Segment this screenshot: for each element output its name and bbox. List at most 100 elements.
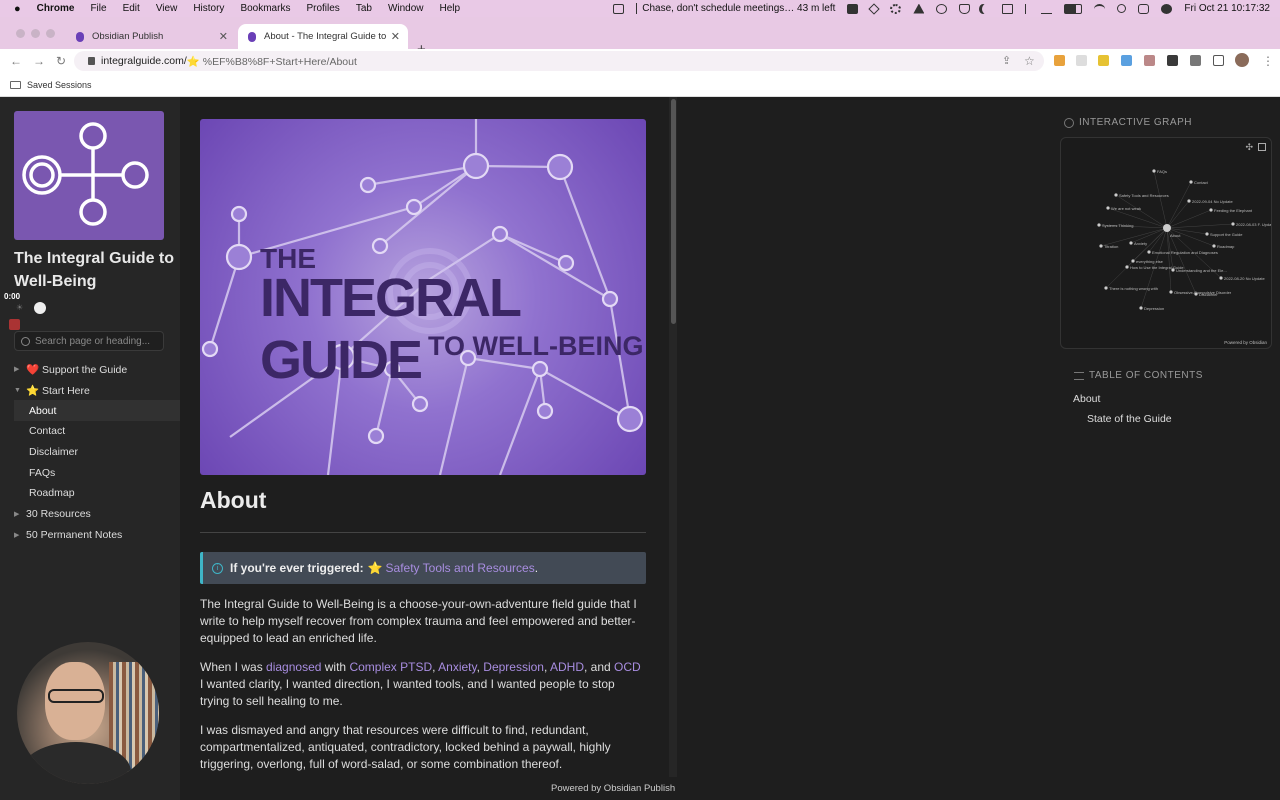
nav-start-here[interactable]: ▼ ⭐ Start Here: [14, 380, 180, 401]
graph-node[interactable]: [1129, 241, 1133, 245]
forward-button[interactable]: →: [33, 54, 45, 68]
graph-node[interactable]: [1187, 199, 1191, 203]
link-adhd[interactable]: ADHD: [550, 660, 584, 674]
link-depression[interactable]: Depression: [483, 660, 544, 674]
profile-avatar[interactable]: [1235, 53, 1249, 67]
user-icon[interactable]: [1161, 3, 1173, 14]
graph-node[interactable]: [1194, 292, 1198, 296]
extension-icon[interactable]: [1076, 55, 1087, 66]
graph-node[interactable]: [1139, 306, 1143, 310]
chevron-right-icon[interactable]: ▶: [14, 365, 26, 373]
chevron-right-icon[interactable]: ▶: [14, 510, 26, 518]
graph-node[interactable]: [1125, 265, 1129, 269]
close-tab-icon[interactable]: ✕: [219, 30, 228, 43]
reload-button[interactable]: ↻: [56, 54, 66, 68]
sidebar-toggle-icon[interactable]: [1213, 55, 1224, 66]
app-status-icon[interactable]: [847, 3, 859, 14]
puzzle-icon[interactable]: [1190, 55, 1201, 66]
zoom-window-button[interactable]: [46, 29, 55, 38]
theme-toggle[interactable]: ☀: [16, 301, 48, 315]
lock-icon[interactable]: [88, 57, 95, 65]
extension-icon[interactable]: [1121, 55, 1132, 66]
scrollbar-thumb[interactable]: [671, 99, 676, 324]
powered-by-footer[interactable]: Powered by Obsidian Publish: [551, 783, 675, 794]
nav-support-the-guide[interactable]: ▶ ❤️ Support the Guide: [14, 359, 180, 380]
search-icon[interactable]: [1117, 4, 1127, 13]
menu-history[interactable]: History: [193, 3, 224, 14]
graph-node[interactable]: [1169, 290, 1173, 294]
graph-node[interactable]: [1152, 169, 1156, 173]
site-title[interactable]: The Integral Guide to Well-Being: [14, 247, 174, 293]
menu-help[interactable]: Help: [440, 3, 461, 14]
nav-contact[interactable]: Contact: [14, 421, 180, 442]
site-logo[interactable]: [14, 111, 164, 240]
menu-bookmarks[interactable]: Bookmarks: [240, 3, 290, 14]
nav-disclaimer[interactable]: Disclaimer: [14, 442, 180, 463]
focus-icon[interactable]: [613, 3, 625, 14]
record-stop-button[interactable]: [9, 319, 20, 330]
moon-icon[interactable]: [982, 4, 990, 14]
menu-app-chrome[interactable]: Chrome: [37, 3, 75, 14]
menu-window[interactable]: Window: [388, 3, 424, 14]
chevron-down-icon[interactable]: ▼: [14, 387, 26, 394]
link-anxiety[interactable]: Anxiety: [438, 660, 476, 674]
nav-about[interactable]: About: [14, 400, 180, 422]
graph-node[interactable]: [1209, 208, 1213, 212]
link-ocd[interactable]: OCD: [614, 660, 641, 674]
menu-tab[interactable]: Tab: [356, 3, 372, 14]
extension-icon[interactable]: [1098, 55, 1109, 66]
extension-icon[interactable]: [1167, 55, 1178, 66]
close-tab-icon[interactable]: ✕: [391, 30, 400, 43]
graph-node[interactable]: [1097, 223, 1101, 227]
link-safety-tools[interactable]: Safety Tools and Resources: [386, 561, 535, 575]
graph-node[interactable]: [1212, 244, 1216, 248]
menu-file[interactable]: File: [90, 3, 106, 14]
menu-profiles[interactable]: Profiles: [306, 3, 339, 14]
apple-menu-icon[interactable]: ●: [14, 3, 21, 15]
tab-obsidian-publish[interactable]: Obsidian Publish ✕: [66, 24, 236, 49]
share-icon[interactable]: ⇪: [1002, 54, 1011, 67]
graph-node[interactable]: [1104, 286, 1108, 290]
control-center-icon[interactable]: [1138, 3, 1150, 14]
graph-node[interactable]: [1231, 222, 1235, 226]
extension-icon[interactable]: [1144, 55, 1155, 66]
interactive-graph[interactable]: ✣ FAQs Contact Safety Tools and Resources 2…: [1060, 137, 1272, 349]
search-input[interactable]: Search page or heading...: [14, 331, 164, 351]
bluetooth-icon[interactable]: [1025, 3, 1029, 14]
extension-icon[interactable]: [1054, 55, 1065, 66]
airdrop-icon[interactable]: [1041, 4, 1053, 14]
more-menu-icon[interactable]: ⋮: [1262, 54, 1274, 68]
toc-item-state-of-the-guide[interactable]: State of the Guide: [1087, 413, 1172, 425]
address-bar[interactable]: integralguide.com/ ⭐️ %EF%B8%8F+Start+He…: [74, 51, 1044, 71]
nav-50-permanent-notes[interactable]: ▶ 50 Permanent Notes: [14, 525, 180, 546]
graph-fullscreen-icon[interactable]: [1258, 143, 1266, 151]
graph-node[interactable]: [1147, 250, 1151, 254]
diamond-icon[interactable]: [868, 2, 881, 15]
menu-view[interactable]: View: [156, 3, 178, 14]
nav-30-resources[interactable]: ▶ 30 Resources: [14, 504, 180, 525]
clock[interactable]: Fri Oct 21 10:17:32: [1184, 3, 1270, 14]
graph-node[interactable]: [1189, 180, 1193, 184]
bookmark-star-icon[interactable]: ☆: [1024, 54, 1035, 68]
menu-edit[interactable]: Edit: [123, 3, 140, 14]
nav-faqs[interactable]: FAQs: [14, 462, 180, 483]
graph-node[interactable]: [1205, 232, 1209, 236]
close-window-button[interactable]: [16, 29, 25, 38]
graph-canvas[interactable]: FAQs Contact Safety Tools and Resources 202…: [1061, 138, 1272, 349]
calendar-notification[interactable]: Chase, don't schedule meetings… 43 m lef…: [636, 3, 835, 14]
graph-node[interactable]: [1171, 268, 1175, 272]
graph-node[interactable]: [1106, 206, 1110, 210]
minimize-window-button[interactable]: [31, 29, 40, 38]
graph-node[interactable]: [1099, 244, 1103, 248]
nav-roadmap[interactable]: Roadmap: [14, 483, 180, 504]
link-diagnosed[interactable]: diagnosed: [266, 660, 321, 674]
chevron-right-icon[interactable]: ▶: [14, 531, 26, 539]
link-complex-ptsd[interactable]: Complex PTSD: [349, 660, 432, 674]
rocket-icon[interactable]: [913, 3, 925, 14]
toc-item-about[interactable]: About: [1073, 393, 1100, 405]
graph-node[interactable]: [1131, 259, 1135, 263]
wifi-icon[interactable]: [1094, 3, 1106, 14]
gear-icon[interactable]: [890, 3, 902, 14]
graph-node[interactable]: [1163, 224, 1171, 232]
battery-icon[interactable]: [1064, 3, 1083, 14]
